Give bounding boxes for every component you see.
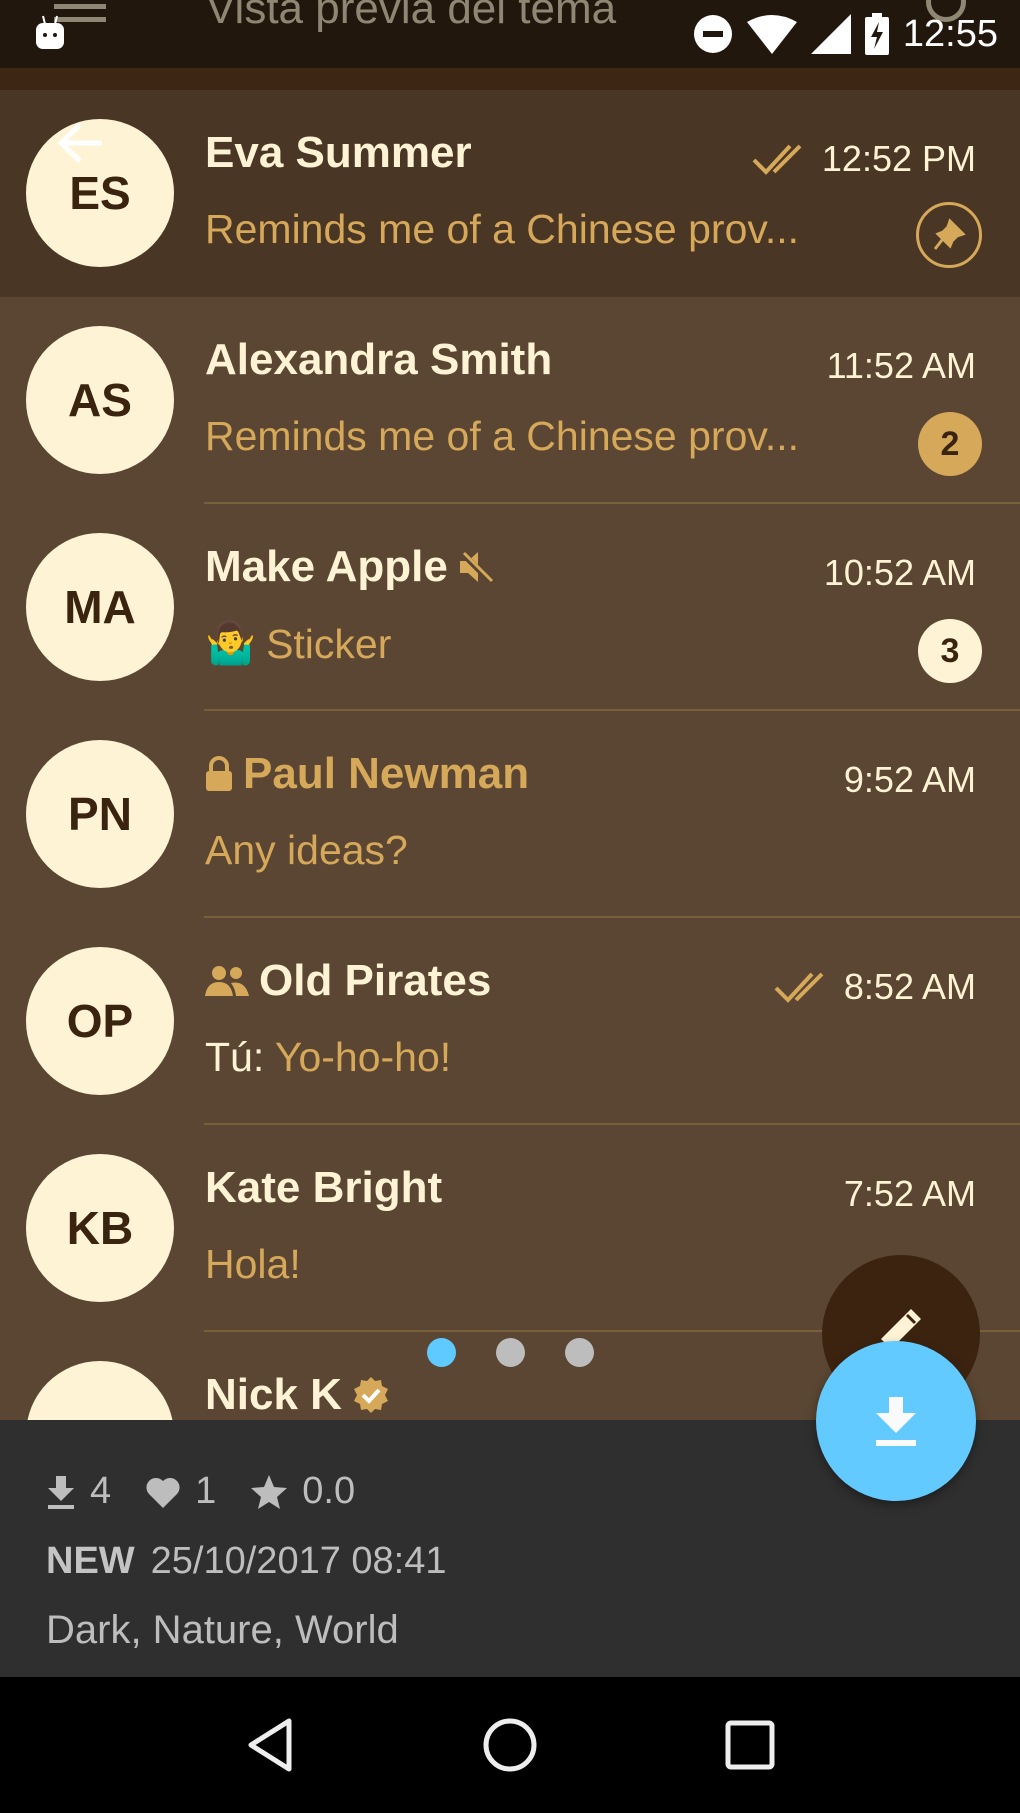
battery-charging-icon (864, 13, 889, 55)
verified-icon (353, 1377, 388, 1413)
lock-icon (206, 756, 232, 791)
chat-name: Eva Summer (205, 128, 472, 177)
chat-time: 8:52 AM (774, 966, 976, 1008)
system-nav-bar (0, 1677, 1020, 1813)
chat-message: Reminds me of a Chinese prov... (205, 206, 799, 252)
unread-badge: 3 (918, 619, 982, 683)
downloads-stat: 4 (46, 1470, 111, 1513)
chat-message: Any ideas? (205, 827, 408, 873)
message-sender: Tú: (205, 1034, 275, 1080)
chat-message: 🤷‍♂️ Sticker (205, 620, 392, 667)
download-theme-button[interactable] (816, 1341, 976, 1501)
download-count-icon (48, 1475, 74, 1509)
android-debug-icon (36, 15, 64, 49)
pin-icon (933, 218, 966, 250)
signal-icon (810, 14, 851, 54)
shrug-emoji: 🤷‍♂️ (205, 620, 257, 666)
chat-name: Nick K (205, 1370, 390, 1420)
page-dot-2[interactable] (495, 1338, 525, 1367)
chat-time: 10:52 AM (823, 552, 976, 593)
avatar: PN (26, 740, 174, 888)
chat-time: 7:52 AM (843, 1173, 976, 1214)
theme-tags: Dark, Nature, World (46, 1608, 399, 1652)
chat-row[interactable]: MA Make Apple 10:52 AM 🤷‍♂️ Sticker 3 (0, 504, 1020, 711)
likes-stat: 1 (145, 1470, 216, 1513)
pin-button[interactable] (916, 202, 982, 268)
unread-badge: 2 (918, 412, 982, 476)
chat-list: ES Eva Summer 12:52 PM Reminds me of a C… (0, 90, 1020, 1420)
chat-message: Hola! (205, 1241, 301, 1287)
page-dot-1[interactable] (426, 1338, 456, 1367)
page-dot-3[interactable] (564, 1338, 594, 1367)
app-bar-shadow (0, 68, 1020, 90)
avatar (26, 1361, 174, 1420)
avatar: MA (26, 533, 174, 681)
status-time: 12:55 (902, 12, 998, 55)
chat-name: Old Pirates (205, 956, 491, 1006)
chat-row[interactable]: AS Alexandra Smith 11:52 AM Reminds me o… (0, 297, 1020, 504)
nav-back-button[interactable] (225, 1700, 315, 1790)
chat-time: 12:52 PM (752, 138, 976, 180)
chat-name: Alexandra Smith (205, 335, 553, 384)
avatar: OP (26, 947, 174, 1095)
chat-name: Paul Newman (205, 749, 529, 799)
chat-name: Kate Bright (205, 1163, 443, 1212)
heart-icon (146, 1477, 180, 1508)
avatar: AS (26, 326, 174, 474)
double-check-icon (752, 144, 802, 175)
chat-time: 11:52 AM (826, 345, 976, 386)
chat-message: Reminds me of a Chinese prov... (205, 413, 799, 459)
rating-stat: 0.0 (250, 1470, 355, 1513)
theme-date: NEW 25/10/2017 08:41 (46, 1540, 447, 1582)
chat-row[interactable]: PN Paul Newman 9:52 AM Any ideas? (0, 711, 1020, 918)
back-arrow-icon[interactable] (56, 122, 104, 164)
home-circle-icon (483, 1718, 537, 1772)
back-triangle-icon (248, 1718, 292, 1772)
nav-home-button[interactable] (465, 1700, 555, 1790)
theme-stats: 4 1 0.0 (46, 1470, 355, 1513)
nav-recents-button[interactable] (705, 1700, 795, 1790)
recents-square-icon (725, 1720, 775, 1770)
group-icon (205, 966, 249, 996)
download-icon (876, 1397, 916, 1446)
app-title: Vista previa del tema (206, 0, 617, 33)
chat-message: Tú: Yo-ho-ho! (205, 1034, 452, 1080)
avatar: KB (26, 1154, 174, 1302)
chat-name: Make Apple (205, 542, 494, 592)
status-bar: Vista previa del tema 12:55 (0, 0, 1020, 68)
new-label: NEW (46, 1540, 135, 1582)
chat-time: 9:52 AM (843, 759, 976, 800)
double-check-icon (774, 972, 824, 1003)
chat-row[interactable]: ES Eva Summer 12:52 PM Reminds me of a C… (0, 90, 1020, 297)
star-icon (251, 1474, 288, 1509)
chat-row[interactable]: OP Old Pirates 8:52 AM Tú: Yo-ho-ho! (0, 918, 1020, 1125)
do-not-disturb-icon (693, 14, 733, 54)
wifi-icon (746, 14, 797, 54)
muted-icon (459, 550, 494, 585)
